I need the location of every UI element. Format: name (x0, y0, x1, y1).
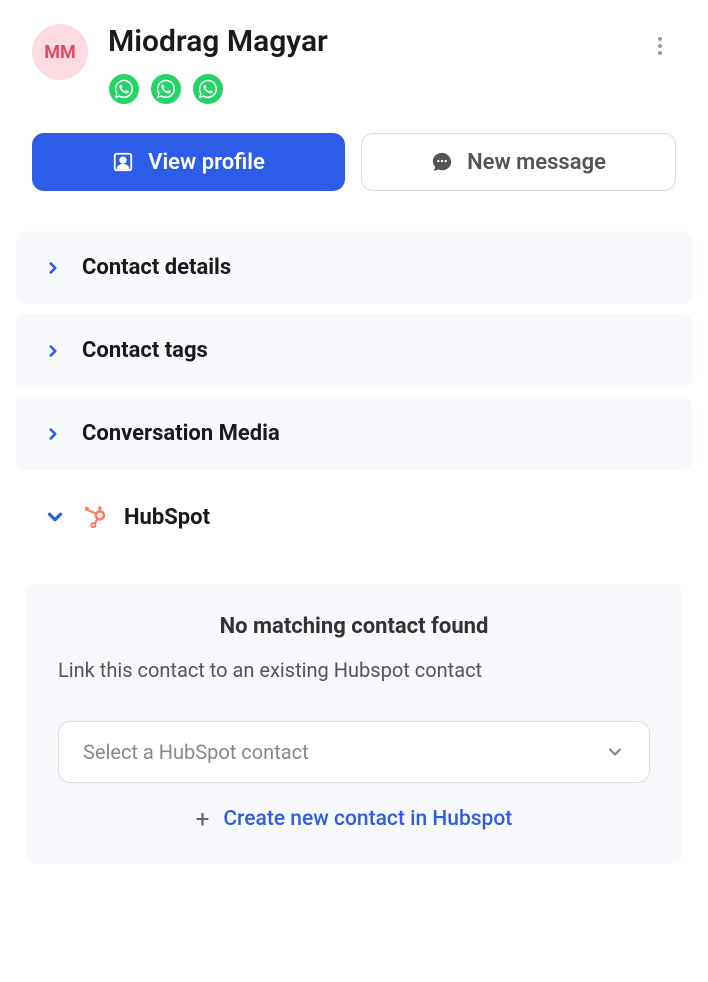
chevron-right-icon (44, 259, 62, 277)
hubspot-label: HubSpot (124, 505, 210, 530)
chevron-right-icon (44, 425, 62, 443)
chevron-right-icon (44, 342, 62, 360)
more-options-button[interactable] (648, 34, 672, 58)
hubspot-panel: No matching contact found Link this cont… (26, 584, 682, 863)
hubspot-section[interactable]: HubSpot (16, 480, 692, 554)
contact-tags-label: Contact tags (82, 338, 208, 363)
action-buttons: View profile New message (16, 133, 692, 191)
whatsapp-icons (108, 73, 692, 105)
contact-details-label: Contact details (82, 255, 231, 280)
view-profile-button[interactable]: View profile (32, 133, 345, 191)
create-hubspot-contact-link[interactable]: + Create new contact in Hubspot (58, 805, 650, 833)
hubspot-icon (82, 504, 108, 530)
chevron-down-icon (605, 742, 625, 762)
conversation-media-label: Conversation Media (82, 421, 280, 446)
header-content: Miodrag Magyar (108, 24, 692, 105)
profile-icon (112, 151, 134, 173)
contact-name: Miodrag Magyar (108, 24, 692, 59)
whatsapp-icon[interactable] (192, 73, 224, 105)
create-link-text: Create new contact in Hubspot (223, 807, 512, 831)
message-icon (431, 151, 453, 173)
whatsapp-icon[interactable] (108, 73, 140, 105)
more-vertical-icon (658, 37, 662, 55)
contact-header: MM Miodrag Magyar (16, 24, 692, 105)
avatar-initials: MM (44, 42, 76, 63)
conversation-media-section[interactable]: Conversation Media (16, 397, 692, 470)
hubspot-contact-select[interactable]: Select a HubSpot contact (58, 721, 650, 783)
new-message-label: New message (467, 150, 606, 175)
contact-tags-section[interactable]: Contact tags (16, 314, 692, 387)
new-message-button[interactable]: New message (361, 133, 676, 191)
select-placeholder: Select a HubSpot contact (83, 740, 309, 764)
avatar: MM (32, 24, 88, 80)
contact-details-section[interactable]: Contact details (16, 231, 692, 304)
hubspot-panel-description: Link this contact to an existing Hubspot… (58, 655, 650, 685)
chevron-down-icon (44, 506, 66, 528)
view-profile-label: View profile (148, 150, 265, 175)
whatsapp-icon[interactable] (150, 73, 182, 105)
plus-icon: + (196, 805, 210, 833)
accordion-sections: Contact details Contact tags Conversatio… (16, 231, 692, 554)
hubspot-panel-title: No matching contact found (58, 614, 650, 639)
